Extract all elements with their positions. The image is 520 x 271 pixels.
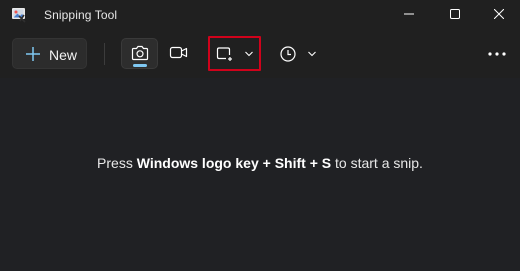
close-button[interactable]	[476, 0, 520, 28]
hint-prefix: Press	[97, 155, 137, 171]
selected-mode-indicator	[133, 64, 147, 67]
chevron-down-icon	[245, 51, 253, 57]
hint-key-shift: Shift	[274, 155, 306, 171]
snip-canvas-area: Press Windows logo key + Shift + S to st…	[0, 78, 520, 271]
snipping-tool-window: Snipping Tool New Press Windows logo key…	[0, 0, 520, 271]
plus-icon	[26, 47, 40, 61]
video-camera-icon	[169, 46, 188, 59]
minimize-icon	[404, 13, 414, 15]
hint-plus-1: +	[258, 155, 275, 171]
hint-key-s: S	[321, 155, 332, 171]
clock-icon	[280, 46, 296, 62]
camera-icon	[131, 45, 149, 61]
toolbar-divider	[104, 43, 105, 65]
snip-mode-photo-button[interactable]	[121, 38, 158, 69]
window-title: Snipping Tool	[44, 8, 118, 22]
new-snip-button[interactable]: New	[12, 38, 87, 69]
maximize-icon	[450, 9, 460, 19]
chevron-down-icon	[308, 51, 316, 57]
hint-key-windows: Windows logo key	[136, 155, 259, 171]
rectangle-snip-icon	[216, 47, 232, 61]
toolbar: New	[0, 30, 520, 78]
minimize-button[interactable]	[386, 0, 432, 28]
snipping-tool-app-icon	[11, 7, 27, 23]
hint-suffix: to start a snip.	[331, 155, 423, 171]
see-more-button[interactable]	[481, 38, 513, 69]
hint-plus-2: +	[305, 155, 322, 171]
maximize-button[interactable]	[432, 0, 478, 28]
snipping-mode-dropdown[interactable]	[208, 36, 261, 71]
new-button-label: New	[49, 47, 78, 63]
close-icon	[494, 9, 504, 19]
more-horizontal-icon	[488, 52, 506, 56]
delay-dropdown[interactable]	[275, 38, 325, 69]
start-snip-hint: Press Windows logo key + Shift + S to st…	[0, 155, 520, 171]
record-video-button[interactable]	[160, 38, 197, 69]
title-bar: Snipping Tool	[0, 0, 520, 30]
